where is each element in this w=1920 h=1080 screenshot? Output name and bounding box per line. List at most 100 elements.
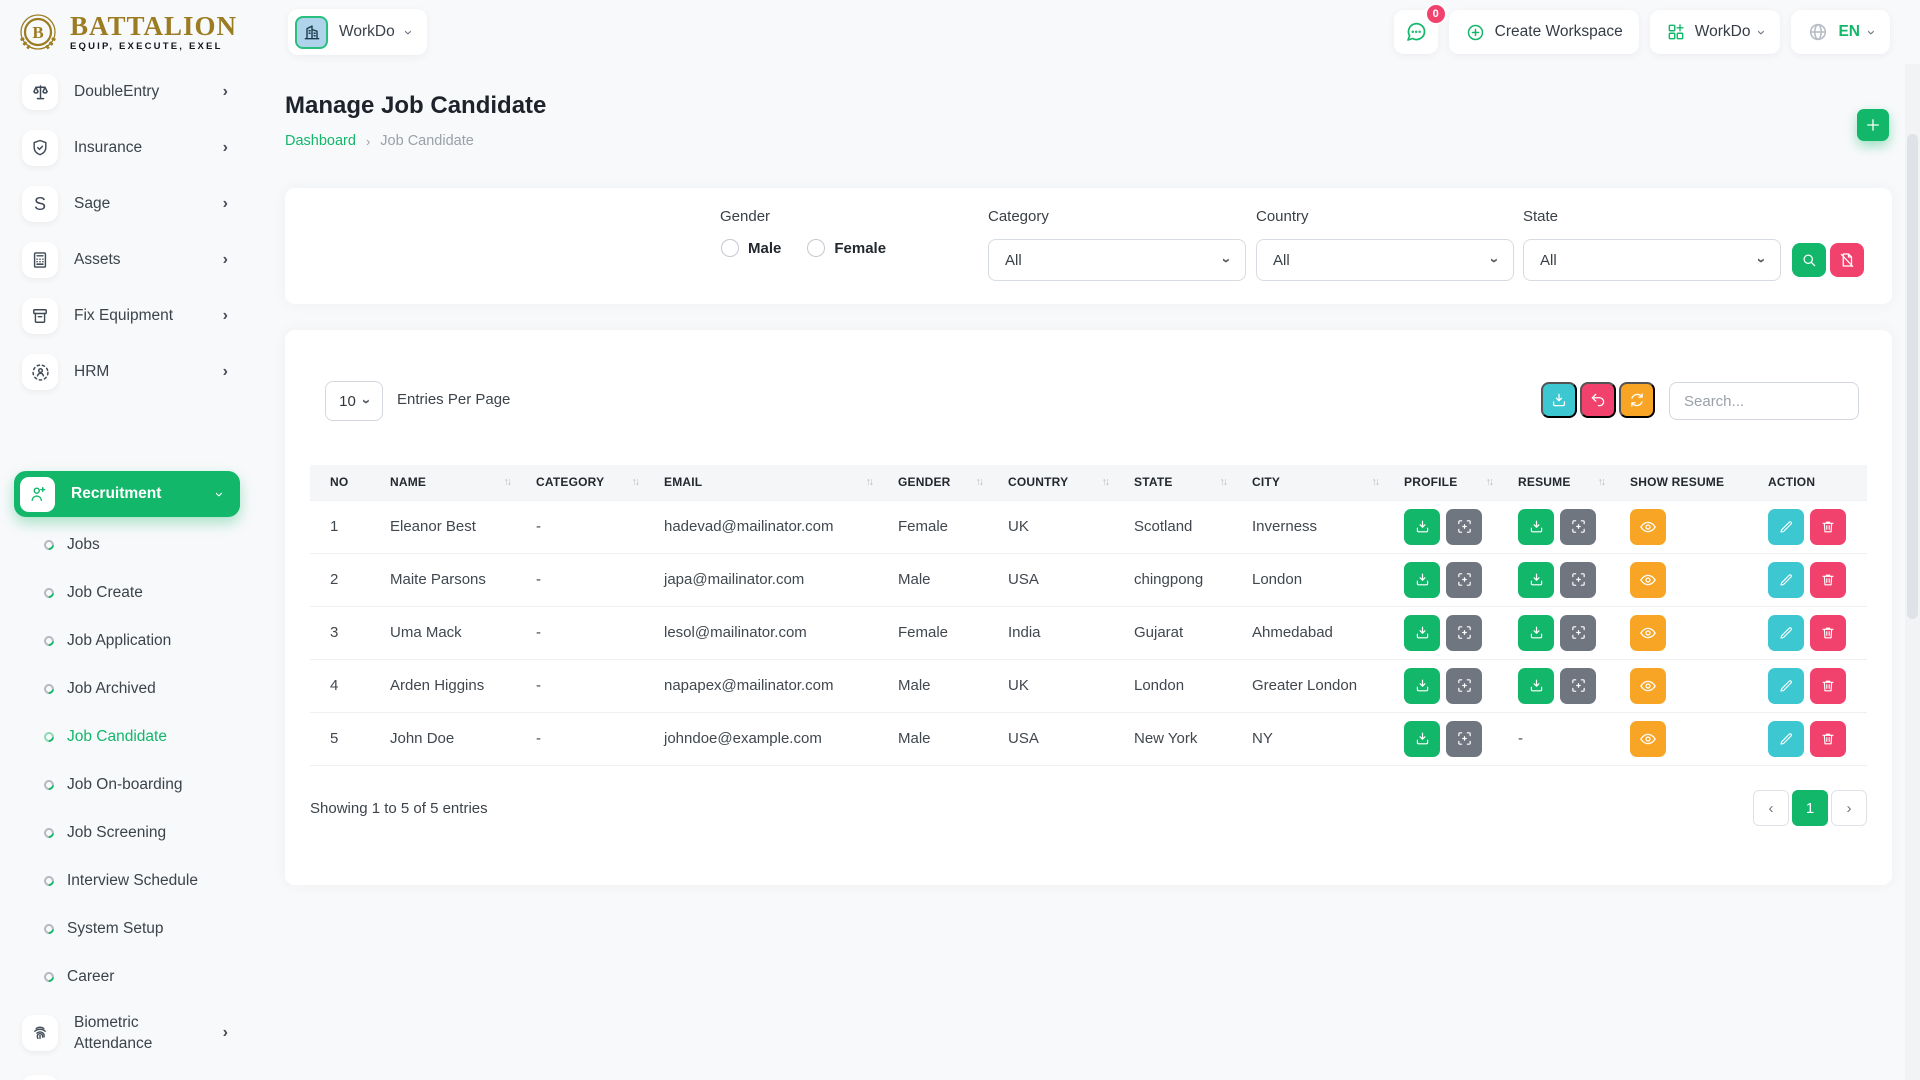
entries-per-page-select[interactable]: 10 › <box>325 381 383 421</box>
sidebar-subitem-job-archived[interactable]: Job Archived <box>0 665 252 713</box>
profile-download-button[interactable] <box>1404 562 1440 598</box>
cell-gender: Female <box>886 606 996 659</box>
profile-preview-button[interactable] <box>1446 668 1482 704</box>
resume-preview-button[interactable] <box>1560 615 1596 651</box>
add-candidate-button[interactable] <box>1857 109 1889 141</box>
reset-filter-button[interactable] <box>1830 243 1864 277</box>
scrollbar-track[interactable] <box>1905 64 1920 1080</box>
show-resume-button[interactable] <box>1630 668 1666 704</box>
messages-button[interactable]: 0 <box>1394 10 1438 54</box>
edit-icon <box>1778 731 1794 747</box>
workspace-switcher[interactable]: WorkDo › <box>288 9 427 55</box>
show-resume-button[interactable] <box>1630 509 1666 545</box>
profile-download-button[interactable] <box>1404 721 1440 757</box>
sidebar-subitem-interview-schedule[interactable]: Interview Schedule <box>0 857 252 905</box>
sidebar-subitem-jobs[interactable]: Jobs <box>0 521 252 569</box>
create-workspace-button[interactable]: Create Workspace <box>1449 10 1639 54</box>
female-radio[interactable] <box>807 239 825 257</box>
sidebar-item-hrm[interactable]: HRM › <box>0 344 252 400</box>
column-header-category[interactable]: CATEGORY↑↓ <box>524 465 652 500</box>
apply-filter-button[interactable] <box>1792 243 1826 277</box>
export-button[interactable] <box>1541 382 1577 418</box>
column-header-gender[interactable]: GENDER↑↓ <box>886 465 996 500</box>
category-select[interactable]: All › <box>988 239 1246 281</box>
male-radio[interactable] <box>721 239 739 257</box>
sidebar-subitem-job-screening[interactable]: Job Screening <box>0 809 252 857</box>
sidebar-subitem-career[interactable]: Career <box>0 953 252 1001</box>
language-selector[interactable]: EN › <box>1791 10 1890 54</box>
sidebar-item-procurement[interactable]: Procurement › <box>0 1065 252 1080</box>
column-header-country[interactable]: COUNTRY↑↓ <box>996 465 1122 500</box>
edit-button[interactable] <box>1768 509 1804 545</box>
gender-male-option[interactable]: Male <box>721 239 781 257</box>
scrollbar-thumb[interactable] <box>1907 134 1918 619</box>
delete-button[interactable] <box>1810 668 1846 704</box>
column-header-state[interactable]: STATE↑↓ <box>1122 465 1240 500</box>
gender-female-option[interactable]: Female <box>807 239 886 257</box>
profile-preview-button[interactable] <box>1446 721 1482 757</box>
delete-button[interactable] <box>1810 721 1846 757</box>
delete-button[interactable] <box>1810 509 1846 545</box>
sidebar-item-recruitment[interactable]: Recruitment › <box>14 471 240 517</box>
profile-download-button[interactable] <box>1404 615 1440 651</box>
edit-button[interactable] <box>1768 615 1804 651</box>
sidebar-subitem-job-create[interactable]: Job Create <box>0 569 252 617</box>
cell-action <box>1756 712 1867 765</box>
column-header-city[interactable]: CITY↑↓ <box>1240 465 1392 500</box>
sidebar-subitem-job-on-boarding[interactable]: Job On-boarding <box>0 761 252 809</box>
column-header-profile[interactable]: PROFILE↑↓ <box>1392 465 1506 500</box>
show-resume-button[interactable] <box>1630 721 1666 757</box>
pagination-page-1[interactable]: 1 <box>1792 790 1828 826</box>
pagination-next-button[interactable]: › <box>1831 790 1867 826</box>
table-search-input[interactable] <box>1669 382 1859 420</box>
pagination: ‹ 1 › <box>1753 790 1867 826</box>
resume-download-button[interactable] <box>1518 615 1554 651</box>
show-resume-button[interactable] <box>1630 562 1666 598</box>
resume-download-button[interactable] <box>1518 562 1554 598</box>
sidebar-item-sage[interactable]: S Sage › <box>0 176 252 232</box>
sidebar-item-insurance[interactable]: Insurance › <box>0 120 252 176</box>
resume-preview-button[interactable] <box>1560 509 1596 545</box>
country-select[interactable]: All › <box>1256 239 1514 281</box>
column-header-action: ACTION <box>1756 465 1867 500</box>
delete-button[interactable] <box>1810 615 1846 651</box>
sort-arrows-icon: ↑↓ <box>1102 476 1109 488</box>
profile-preview-button[interactable] <box>1446 562 1482 598</box>
sidebar-item-assets[interactable]: Assets › <box>0 232 252 288</box>
bullet-icon <box>42 874 56 888</box>
sidebar-subitem-job-candidate[interactable]: Job Candidate <box>0 713 252 761</box>
table-row: 5John Doe-johndoe@example.comMaleUSANew … <box>310 712 1867 765</box>
show-resume-button[interactable] <box>1630 615 1666 651</box>
resume-preview-button[interactable] <box>1560 562 1596 598</box>
pagination-prev-button[interactable]: ‹ <box>1753 790 1789 826</box>
cell-city: Ahmedabad <box>1240 606 1392 659</box>
sidebar-item-label: Insurance <box>74 138 142 158</box>
resume-download-button[interactable] <box>1518 509 1554 545</box>
column-header-email[interactable]: EMAIL↑↓ <box>652 465 886 500</box>
profile-preview-button[interactable] <box>1446 509 1482 545</box>
sidebar-subitem-system-setup[interactable]: System Setup <box>0 905 252 953</box>
breadcrumb-separator: › <box>366 134 370 149</box>
cell-state: London <box>1122 659 1240 712</box>
workspace-menu-button[interactable]: WorkDo › <box>1650 10 1781 54</box>
edit-button[interactable] <box>1768 721 1804 757</box>
sidebar-item-doubleentry[interactable]: DoubleEntry › <box>0 64 252 120</box>
profile-preview-button[interactable] <box>1446 615 1482 651</box>
profile-download-button[interactable] <box>1404 668 1440 704</box>
undo-button[interactable] <box>1580 382 1616 418</box>
edit-button[interactable] <box>1768 668 1804 704</box>
refresh-button[interactable] <box>1619 382 1655 418</box>
resume-download-button[interactable] <box>1518 668 1554 704</box>
sidebar-item-fix-equipment[interactable]: Fix Equipment › <box>0 288 252 344</box>
breadcrumb-dashboard-link[interactable]: Dashboard <box>285 133 356 149</box>
sidebar-item-biometric-attendance[interactable]: Biometric Attendance › <box>0 1001 252 1065</box>
delete-button[interactable] <box>1810 562 1846 598</box>
state-select[interactable]: All › <box>1523 239 1781 281</box>
sidebar-subitem-job-application[interactable]: Job Application <box>0 617 252 665</box>
edit-button[interactable] <box>1768 562 1804 598</box>
resume-preview-button[interactable] <box>1560 668 1596 704</box>
column-header-name[interactable]: NAME↑↓ <box>378 465 524 500</box>
column-header-resume[interactable]: RESUME↑↓ <box>1506 465 1618 500</box>
table-row: 3Uma Mack-lesol@mailinator.comFemaleIndi… <box>310 606 1867 659</box>
profile-download-button[interactable] <box>1404 509 1440 545</box>
